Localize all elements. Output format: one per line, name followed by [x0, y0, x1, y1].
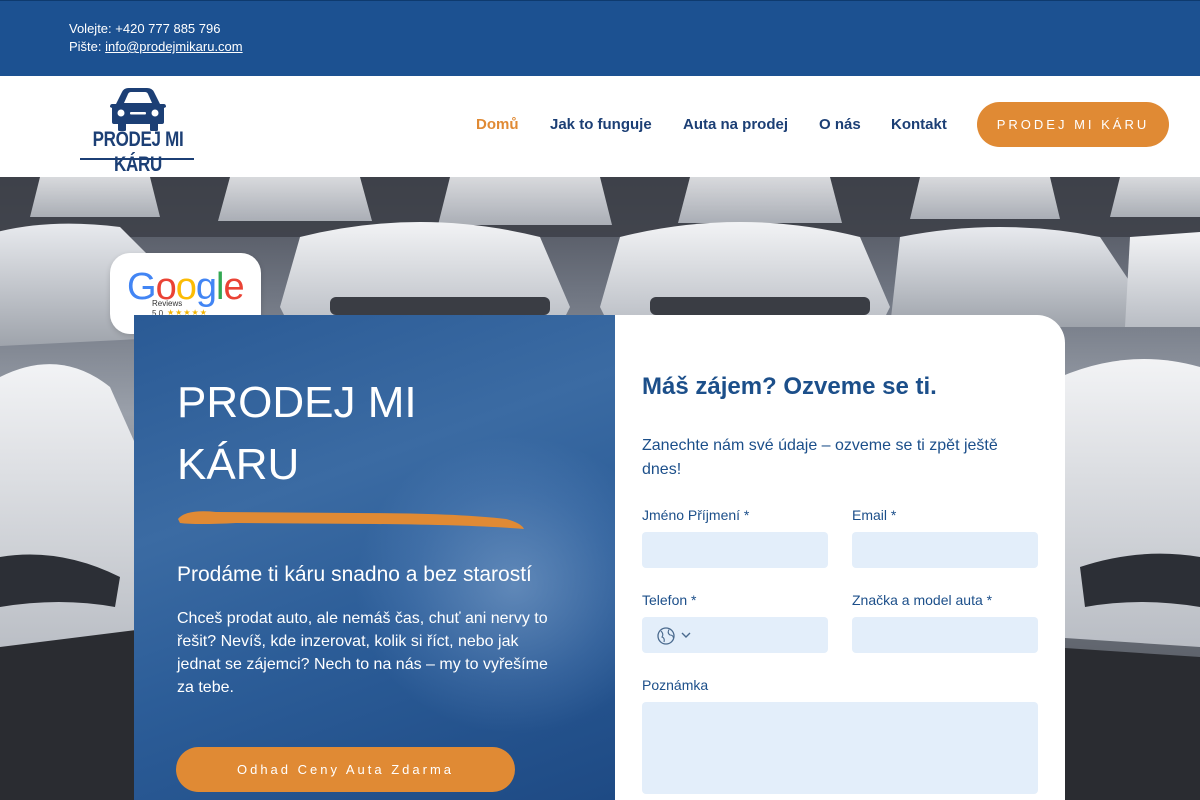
name-label: Jméno Příjmení *	[642, 507, 750, 523]
hero-title: PRODEJ MI KÁRU	[177, 378, 417, 489]
brush-stroke-decoration	[178, 511, 524, 529]
nav-how-it-works[interactable]: Jak to funguje	[550, 116, 652, 133]
car-model-label: Značka a model auta *	[852, 592, 993, 608]
nav-about[interactable]: O nás	[819, 116, 861, 133]
phone-label: Telefon *	[642, 592, 697, 608]
nav-home[interactable]: Domů	[476, 116, 519, 133]
email-link[interactable]: info@prodejmikaru.com	[105, 39, 242, 54]
hero-subtitle: Prodáme ti káru snadno a bez starostí	[177, 563, 532, 586]
logo-text: PRODEJ MI KÁRU	[92, 127, 184, 176]
hero-panel: PRODEJ MI KÁRU Prodáme ti káru snadno a …	[134, 315, 615, 800]
email-line: Pište: info@prodejmikaru.com	[69, 39, 243, 54]
note-label: Poznámka	[642, 677, 709, 693]
email-field[interactable]	[852, 532, 1038, 568]
contact-form-card: Máš zájem? Ozveme se ti. Zanechte nám sv…	[615, 315, 1065, 800]
note-field[interactable]	[642, 702, 1038, 794]
car-icon	[110, 88, 166, 131]
google-logo-icon: Google	[127, 266, 245, 308]
email-label: Pište:	[69, 39, 102, 54]
nav-contact[interactable]: Kontakt	[891, 116, 947, 133]
header-cta-button[interactable]: PRODEJ MI KÁRU	[977, 102, 1169, 147]
free-valuation-button[interactable]: Odhad Ceny Auta Zdarma	[176, 747, 515, 792]
site-logo[interactable]: PRODEJ MI KÁRU	[80, 86, 196, 176]
logo-underline	[80, 158, 194, 160]
phone-label: Volejte:	[69, 21, 112, 36]
top-contact-bar: Volejte: +420 777 885 796 Pište: info@pr…	[0, 0, 1200, 76]
phone-number[interactable]: +420 777 885 796	[115, 21, 220, 36]
phone-line: Volejte: +420 777 885 796	[69, 21, 220, 36]
form-title: Máš zájem? Ozveme se ti.	[642, 373, 937, 400]
site-header: PRODEJ MI KÁRU Domů Jak to funguje Auta …	[0, 76, 1200, 177]
car-model-field[interactable]	[852, 617, 1038, 653]
email-label: Email *	[852, 507, 897, 523]
globe-icon[interactable]	[656, 626, 676, 646]
reviews-label: Reviews	[152, 299, 183, 308]
hero-description: Chceš prodat auto, ale nemáš čas, chuť a…	[177, 610, 548, 696]
nav-cars-for-sale[interactable]: Auta na prodej	[683, 116, 788, 133]
form-intro: Zanechte nám své údaje – ozveme se ti zp…	[642, 437, 998, 478]
chevron-down-icon[interactable]	[680, 629, 692, 641]
name-field[interactable]	[642, 532, 828, 568]
